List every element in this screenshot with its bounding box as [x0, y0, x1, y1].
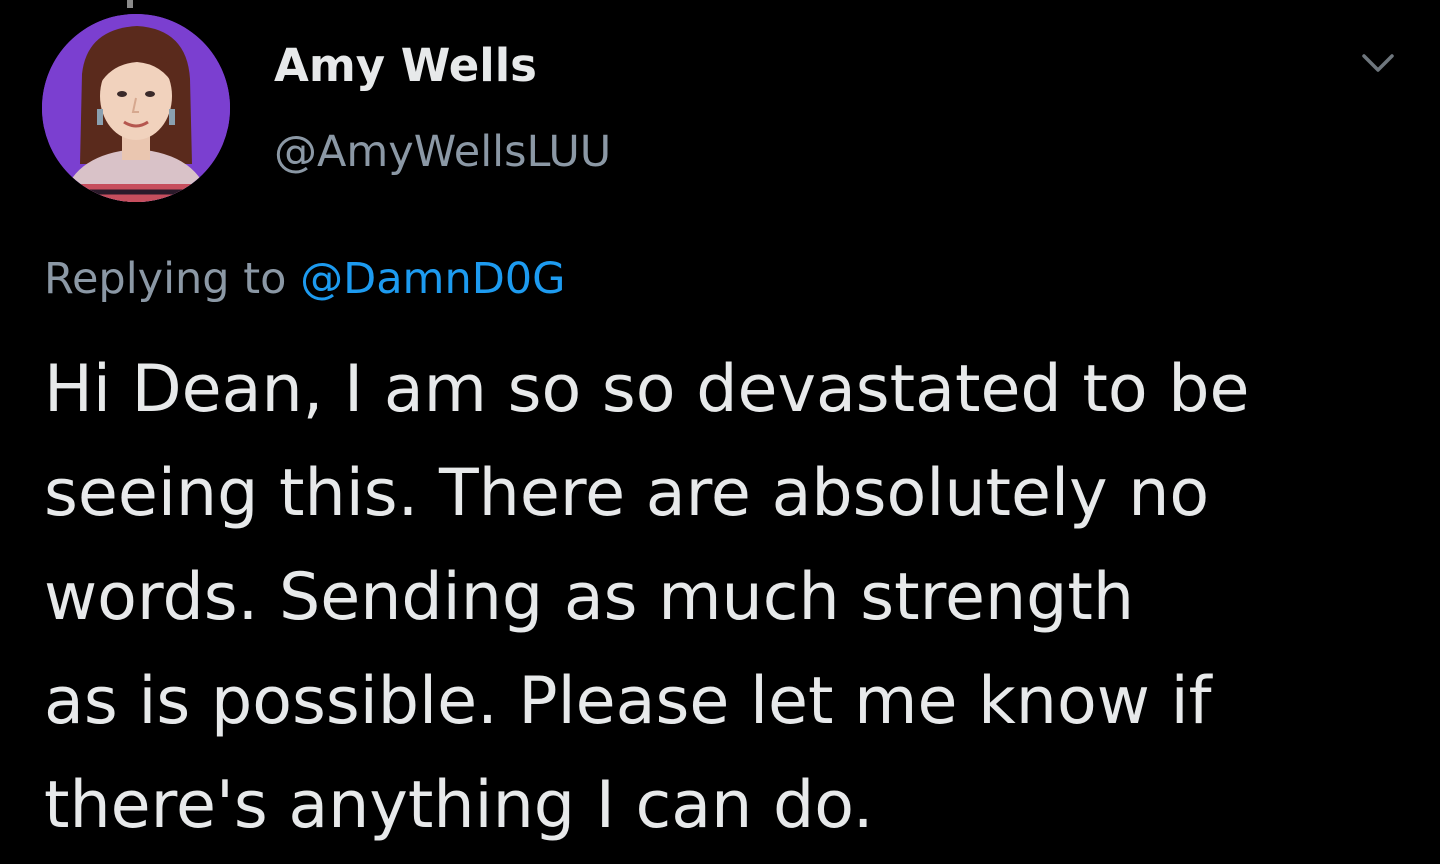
avatar[interactable]	[42, 14, 230, 202]
tweet-text-line: Hi Dean, I am so so devastated to be	[44, 352, 1250, 427]
tweet-text-line: seeing this. There are absolutely no	[44, 456, 1210, 531]
replying-to: Replying to @DamnD0G	[44, 250, 565, 308]
top-divider-fragment	[127, 0, 133, 8]
author-handle[interactable]: @AmyWellsLUU	[274, 124, 611, 180]
tweet-text-line: there's anything I can do.	[44, 768, 874, 843]
tweet-text: Hi Dean, I am so so devastated to be see…	[44, 338, 1414, 858]
chevron-down-icon[interactable]	[1358, 48, 1398, 78]
author-display-name[interactable]: Amy Wells	[274, 38, 537, 94]
tweet-text-line: words. Sending as much strength	[44, 560, 1135, 635]
replying-to-label: Replying to	[44, 254, 287, 304]
tweet-text-line: as is possible. Please let me know if	[44, 664, 1212, 739]
profile-photo-icon	[42, 14, 230, 202]
reply-mention-link[interactable]: @DamnD0G	[300, 254, 565, 304]
